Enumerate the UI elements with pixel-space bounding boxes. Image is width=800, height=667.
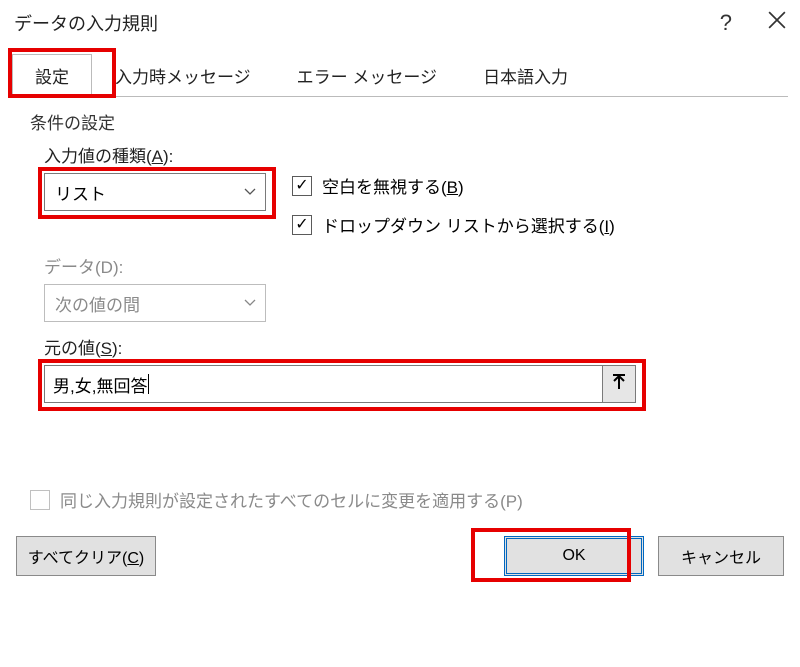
source-label-post: ): <box>112 339 122 358</box>
tab-ime[interactable]: 日本語入力 <box>460 54 591 96</box>
data-label-key: D <box>101 258 113 277</box>
ignore-blank-key: B <box>447 178 458 197</box>
dropdown-pre: ドロップダウン リストから選択する( <box>322 217 604 236</box>
ignore-blank-pre: 空白を無視する( <box>322 178 447 197</box>
tab-error-message[interactable]: エラー メッセージ <box>274 54 460 96</box>
window-controls: ? <box>720 10 786 36</box>
data-row: 次の値の間 <box>44 284 770 322</box>
in-cell-dropdown-checkbox[interactable]: ✓ ドロップダウン リストから選択する(I) <box>292 212 615 237</box>
source-label-key: S <box>101 339 112 358</box>
tab-strip: 設定 入力時メッセージ エラー メッセージ 日本語入力 <box>12 54 788 97</box>
chevron-down-icon <box>235 285 265 321</box>
cancel-button[interactable]: キャンセル <box>658 536 784 576</box>
data-combo-value: 次の値の間 <box>55 291 140 316</box>
tab-input-message[interactable]: 入力時メッセージ <box>92 54 274 96</box>
chevron-down-icon <box>235 174 265 210</box>
allow-combo-value: リスト <box>55 180 106 205</box>
collapse-arrow-icon <box>612 374 626 395</box>
section-label: 条件の設定 <box>30 109 770 134</box>
data-label: データ(D): <box>44 253 770 278</box>
source-input-row: 男,女,無回答 <box>44 365 636 403</box>
ok-button[interactable]: OK <box>504 536 644 576</box>
content-area: 条件の設定 入力値の種類(A): リスト ✓ 空白を無視する(B) ✓ ドロップ… <box>0 97 800 522</box>
tab-settings[interactable]: 設定 <box>12 54 92 97</box>
clear-all-button[interactable]: すべてクリア(C) <box>16 536 156 576</box>
ignore-blank-checkbox[interactable]: ✓ 空白を無視する(B) <box>292 173 615 198</box>
data-label-pre: データ( <box>44 258 101 277</box>
dropdown-label: ドロップダウン リストから選択する(I) <box>322 212 615 237</box>
apply-pre: 同じ入力規則が設定されたすべてのセルに変更を適用する( <box>60 492 506 511</box>
button-bar: すべてクリア(C) OK キャンセル <box>0 522 800 590</box>
allow-combo[interactable]: リスト <box>44 173 266 211</box>
checkbox-icon <box>30 490 50 510</box>
apply-key: P <box>506 492 517 511</box>
ignore-blank-post: ) <box>458 178 464 197</box>
dialog-title: データの入力規則 <box>14 10 158 36</box>
allow-label-key: A <box>152 147 163 166</box>
clear-pre: すべてクリア( <box>28 550 128 567</box>
checkbox-group: ✓ 空白を無視する(B) ✓ ドロップダウン リストから選択する(I) <box>292 173 615 251</box>
help-button[interactable]: ? <box>720 10 732 36</box>
allow-label-post: ): <box>163 147 173 166</box>
source-input[interactable]: 男,女,無回答 <box>44 365 602 403</box>
checkbox-icon: ✓ <box>292 215 312 235</box>
tabs-container: 設定 入力時メッセージ エラー メッセージ 日本語入力 <box>0 46 800 97</box>
source-label-pre: 元の値( <box>44 339 101 358</box>
data-combo: 次の値の間 <box>44 284 266 322</box>
source-label: 元の値(S): <box>44 334 770 359</box>
checkbox-icon: ✓ <box>292 176 312 196</box>
source-row: 男,女,無回答 <box>44 365 770 403</box>
clear-key: C <box>127 550 139 567</box>
text-caret <box>148 374 149 394</box>
ignore-blank-label: 空白を無視する(B) <box>322 173 464 198</box>
source-input-value: 男,女,無回答 <box>53 372 147 397</box>
allow-label: 入力値の種類(A): <box>44 142 770 167</box>
range-select-button[interactable] <box>602 365 636 403</box>
titlebar: データの入力規則 ? <box>0 0 800 46</box>
apply-label: 同じ入力規則が設定されたすべてのセルに変更を適用する(P) <box>60 487 523 512</box>
clear-post: ) <box>139 550 144 567</box>
data-label-post: ): <box>113 258 123 277</box>
dropdown-post: ) <box>609 217 615 236</box>
apply-to-all-checkbox: 同じ入力規則が設定されたすべてのセルに変更を適用する(P) <box>30 487 770 512</box>
allow-label-pre: 入力値の種類( <box>44 147 152 166</box>
close-button[interactable] <box>768 11 786 35</box>
apply-post: ) <box>517 492 523 511</box>
allow-row: リスト ✓ 空白を無視する(B) ✓ ドロップダウン リストから選択する(I) <box>44 173 770 251</box>
clear-all-label: すべてクリア(C) <box>28 544 144 568</box>
